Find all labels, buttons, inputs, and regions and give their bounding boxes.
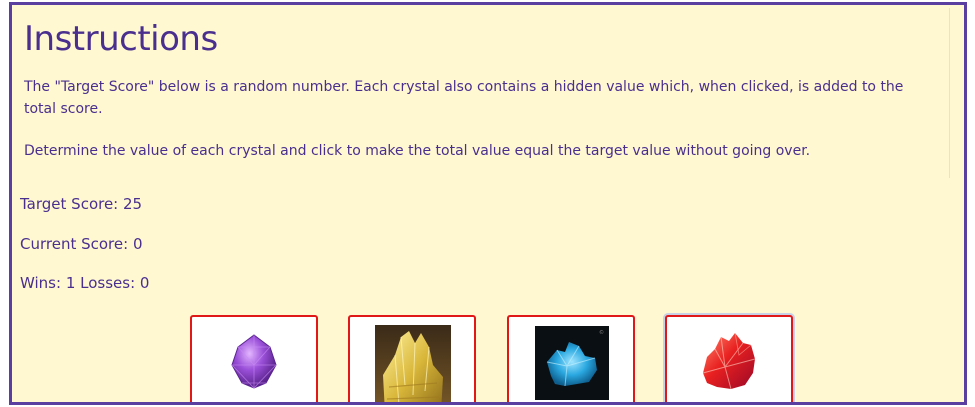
red-crystal-icon <box>702 332 756 390</box>
purple-crystal-icon <box>231 334 277 389</box>
yellow-crystal-icon <box>375 325 451 402</box>
blue-crystal-icon: © <box>535 326 609 400</box>
target-score: Target Score: 25 <box>20 195 143 213</box>
crystal-button-purple[interactable] <box>190 315 318 402</box>
instructions-heading: Instructions <box>24 19 218 59</box>
instructions-paragraph-1: The "Target Score" below is a random num… <box>24 79 904 117</box>
svg-text:©: © <box>599 329 604 336</box>
crystal-button-red[interactable] <box>665 315 793 402</box>
game-panel: Instructions The "Target Score" below is… <box>9 2 967 405</box>
wins-losses: Wins: 1 Losses: 0 <box>20 274 150 292</box>
instructions-paragraph-2: Determine the value of each crystal and … <box>24 143 811 159</box>
crystal-button-blue[interactable]: © <box>507 315 635 402</box>
crystal-button-yellow[interactable] <box>348 315 476 402</box>
current-score: Current Score: 0 <box>20 235 143 253</box>
